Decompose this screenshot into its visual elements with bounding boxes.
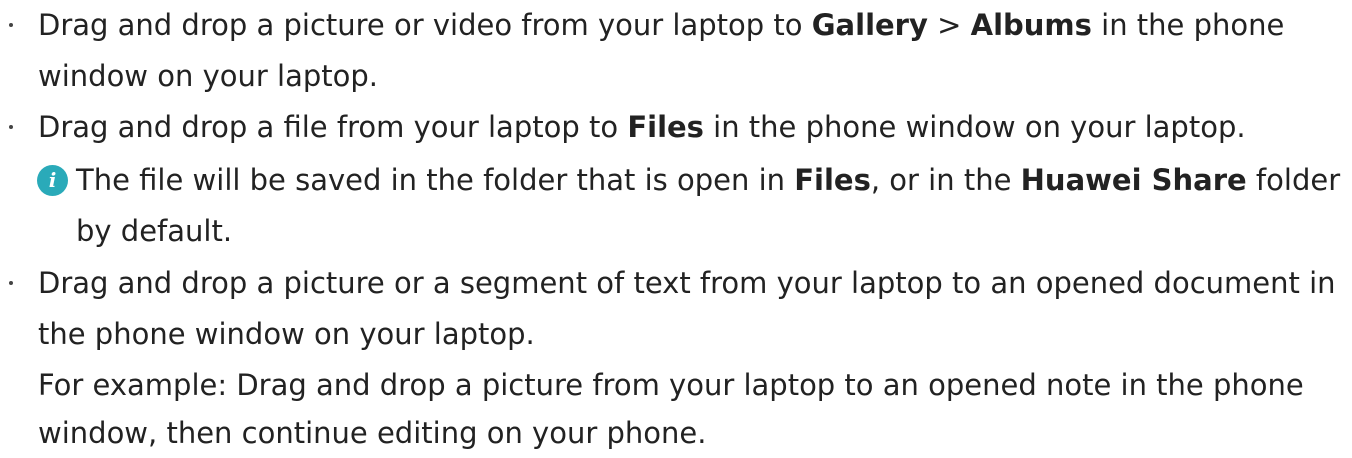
bullet-dot xyxy=(9,23,13,27)
gallery-bold-label: Gallery xyxy=(811,8,928,42)
item-1-line-1: Drag and drop a picture or video from yo… xyxy=(38,0,1284,50)
note-text-pre: The file will be saved in the folder tha… xyxy=(76,163,795,197)
item-3-line-1: Drag and drop a picture or a segment of … xyxy=(38,258,1336,308)
item-1-text-pre: Drag and drop a picture or video from yo… xyxy=(38,8,812,42)
note-files-bold-label: Files xyxy=(794,163,871,197)
info-icon-glyph: i xyxy=(48,168,57,192)
item-3-text: Drag and drop a picture or a segment of … xyxy=(38,266,1336,300)
bullet-dot xyxy=(9,281,13,285)
huawei-share-bold-label: Huawei Share xyxy=(1020,163,1247,197)
item-1-line-2: window on your laptop. xyxy=(38,51,378,101)
albums-bold-label: Albums xyxy=(970,8,1092,42)
bullet-dot xyxy=(9,125,13,129)
item-2-line-1: Drag and drop a file from your laptop to… xyxy=(38,102,1246,152)
item-3-text-cont: the phone window on your laptop. xyxy=(38,317,535,351)
item-1-separator: > xyxy=(927,8,971,42)
example-text: For example: Drag and drop a picture fro… xyxy=(38,368,1304,402)
files-bold-label: Files xyxy=(627,110,704,144)
note-text-post: folder xyxy=(1246,163,1341,197)
item-2-text-pre: Drag and drop a file from your laptop to xyxy=(38,110,628,144)
item-1-text-cont: window on your laptop. xyxy=(38,59,378,93)
example-line-1: For example: Drag and drop a picture fro… xyxy=(38,360,1304,410)
example-line-2: window, then continue editing on your ph… xyxy=(38,408,706,458)
note-text-cont: by default. xyxy=(76,214,233,248)
info-icon: i xyxy=(37,165,68,196)
note-line-2: by default. xyxy=(76,206,232,256)
item-1-text-post: in the phone xyxy=(1091,8,1285,42)
item-2-text-post: in the phone window on your laptop. xyxy=(703,110,1246,144)
note-line-1: The file will be saved in the folder tha… xyxy=(76,155,1340,205)
example-text-cont: window, then continue editing on your ph… xyxy=(38,416,707,450)
item-3-line-2: the phone window on your laptop. xyxy=(38,309,535,359)
note-text-mid: , or in the xyxy=(870,163,1021,197)
